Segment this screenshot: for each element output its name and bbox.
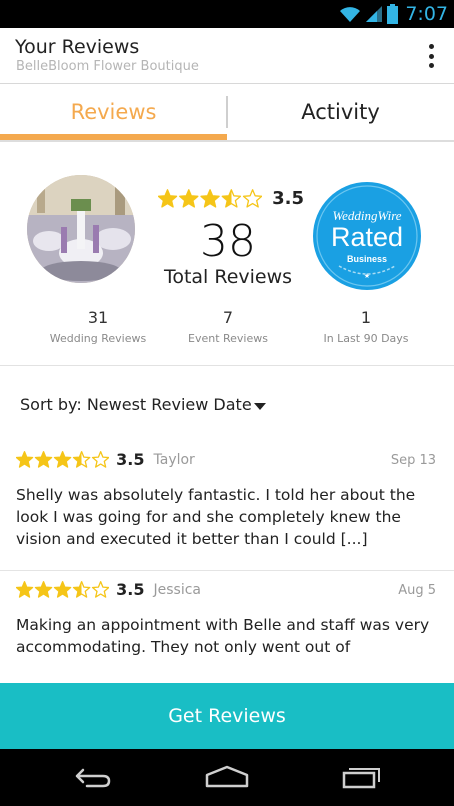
venue-photo	[27, 175, 135, 283]
star-rating-icon	[158, 189, 263, 208]
page-title: Your Reviews	[15, 36, 140, 58]
status-time: 7:07	[405, 3, 448, 25]
review-date: Sep 13	[390, 453, 436, 468]
star-rating-icon	[16, 581, 110, 598]
stat-value: 7	[222, 308, 234, 327]
stat-event-reviews: 7 Event Reviews	[158, 308, 298, 345]
review-item[interactable]: 3.5 Jessica Aug 5 Making an appointment …	[0, 571, 454, 683]
review-author: Jessica	[153, 581, 202, 598]
star-icon	[16, 581, 34, 598]
star-icon	[242, 189, 263, 208]
review-summary: 3.5 38 Total Reviews WeddingWire Rated B…	[0, 142, 454, 366]
star-icon	[91, 581, 110, 598]
tab-bar: Reviews Activity	[0, 84, 454, 140]
sort-dropdown[interactable]: Sort by: Newest Review Date	[0, 367, 454, 441]
star-icon	[221, 189, 242, 208]
battery-icon	[387, 4, 399, 24]
system-nav-bar	[0, 749, 454, 806]
star-icon	[91, 451, 110, 468]
stat-value: 1	[360, 308, 372, 327]
star-icon	[72, 451, 91, 468]
get-reviews-button[interactable]: Get Reviews	[0, 683, 454, 749]
stat-label: In Last 90 Days	[323, 332, 409, 345]
status-bar: 7:07	[0, 0, 454, 28]
star-icon	[16, 451, 34, 468]
review-rating: 3.5	[116, 450, 145, 469]
svg-text:★: ★	[364, 272, 370, 280]
stat-label: Event Reviews	[188, 332, 268, 345]
wifi-icon	[340, 7, 361, 22]
stat-wedding-reviews: 31 Wedding Reviews	[28, 308, 168, 345]
back-icon[interactable]	[65, 759, 121, 795]
tab-reviews[interactable]: Reviews	[0, 84, 227, 140]
review-rating: 3.5	[116, 580, 145, 599]
review-header: 3.5 Taylor	[16, 450, 195, 469]
review-text: Making an appointment with Belle and sta…	[16, 616, 430, 656]
star-rating-icon	[16, 451, 110, 468]
star-icon	[72, 581, 91, 598]
star-icon	[34, 581, 53, 598]
total-reviews-label: Total Reviews	[163, 266, 293, 288]
recent-apps-icon[interactable]	[333, 759, 389, 795]
star-icon	[179, 189, 199, 208]
stat-last-90-days: 1 In Last 90 Days	[296, 308, 436, 345]
stat-value: 31	[87, 308, 109, 327]
overall-rating-value: 3.5	[272, 188, 304, 209]
home-icon[interactable]	[199, 759, 255, 795]
overall-rating: 3.5	[158, 188, 304, 209]
review-text: Shelly was absolutely fantastic. I told …	[16, 486, 416, 548]
sort-label: Sort by: Newest Review Date	[20, 395, 252, 414]
tab-activity[interactable]: Activity	[227, 84, 454, 140]
caret-down-icon	[254, 403, 266, 410]
star-icon	[34, 451, 53, 468]
total-review-count: 38	[200, 216, 256, 267]
review-author: Taylor	[153, 451, 195, 468]
star-icon	[158, 189, 178, 208]
overflow-menu-icon[interactable]	[428, 44, 434, 68]
star-icon	[53, 581, 72, 598]
review-date: Aug 5	[398, 583, 436, 598]
app-bar: Your Reviews BelleBloom Flower Boutique	[0, 28, 454, 84]
signal-icon	[366, 6, 383, 22]
status-icons: 7:07	[339, 2, 448, 26]
star-icon	[53, 451, 72, 468]
svg-text:Business: Business	[347, 254, 387, 264]
stat-label: Wedding Reviews	[49, 332, 147, 345]
svg-text:WeddingWire: WeddingWire	[332, 208, 401, 223]
review-item[interactable]: 3.5 Taylor Sep 13 Shelly was absolutely …	[0, 441, 454, 571]
svg-text:Rated: Rated	[331, 222, 403, 252]
review-header: 3.5 Jessica	[16, 580, 201, 599]
weddingwire-rated-badge: WeddingWire Rated Business ★	[313, 182, 421, 290]
business-name: BelleBloom Flower Boutique	[16, 59, 199, 74]
star-icon	[200, 189, 220, 208]
